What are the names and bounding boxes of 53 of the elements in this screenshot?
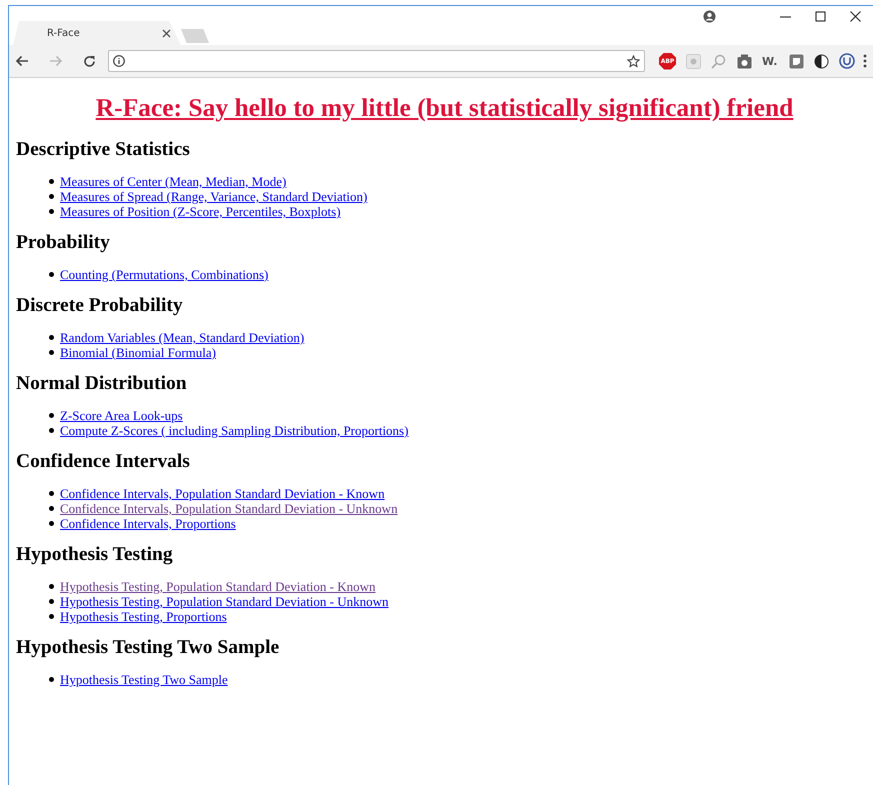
topic-link[interactable]: Confidence Intervals, Population Standard Deviation - Unknown <box>60 501 398 516</box>
section-heading: Normal Distribution <box>16 372 187 396</box>
close-icon[interactable] <box>850 11 861 22</box>
bullet-icon <box>49 413 54 418</box>
menu-icon[interactable] <box>863 54 867 68</box>
camera-icon[interactable] <box>737 54 752 68</box>
bullet-icon <box>49 428 54 433</box>
star-icon[interactable] <box>627 54 640 68</box>
square-icon[interactable] <box>789 54 804 68</box>
topic-link[interactable]: Random Variables (Mean, Standard Deviation) <box>60 330 304 345</box>
topic-link[interactable]: Compute Z-Scores ( including Sampling Distribution, Proportions) <box>60 423 408 438</box>
topic-link[interactable]: Measures of Spread (Range, Variance, Standard Deviation) <box>60 189 368 204</box>
bullet-icon <box>49 335 54 340</box>
topic-link[interactable]: Hypothesis Testing, Proportions <box>60 609 227 624</box>
page-title: R-Face: Say hello to my little (but statistically significant) friend <box>96 92 794 124</box>
info-icon <box>113 55 125 67</box>
topic-link[interactable]: Z-Score Area Look-ups <box>60 408 183 423</box>
reload-icon[interactable] <box>83 54 96 68</box>
bullet-icon <box>49 614 54 619</box>
contrast-icon[interactable] <box>814 54 829 68</box>
section-heading: Discrete Probability <box>16 294 183 318</box>
bullet-icon <box>49 677 54 682</box>
close-icon[interactable] <box>162 28 171 38</box>
bullet-icon <box>49 491 54 496</box>
topic-link[interactable]: Confidence Intervals, Proportions <box>60 516 236 531</box>
bullet-icon <box>49 209 54 214</box>
section-heading: Hypothesis Testing <box>16 543 173 567</box>
account-icon[interactable] <box>703 10 716 23</box>
bullet-icon <box>49 584 54 589</box>
bullet-icon <box>49 179 54 184</box>
topic-link[interactable]: Measures of Position (Z-Score, Percentiles, Boxplots) <box>60 204 341 219</box>
shield-icon[interactable] <box>839 53 855 69</box>
topic-link[interactable]: Hypothesis Testing Two Sample <box>60 672 228 687</box>
topic-link[interactable]: Hypothesis Testing, Population Standard Deviation - Known <box>60 579 376 594</box>
topic-link[interactable]: Hypothesis Testing, Population Standard Deviation - Unknown <box>60 594 389 609</box>
section-heading: Confidence Intervals <box>16 450 190 474</box>
bullet-icon <box>49 272 54 277</box>
topic-link[interactable]: Binomial (Binomial Formula) <box>60 345 216 360</box>
back-icon[interactable] <box>15 55 29 67</box>
section-heading: Probability <box>16 231 110 255</box>
bullet-icon <box>49 599 54 604</box>
topic-link[interactable]: Confidence Intervals, Population Standard Deviation - Known <box>60 486 385 501</box>
bullet-icon <box>49 521 54 526</box>
topic-link[interactable]: Counting (Permutations, Combinations) <box>60 267 268 282</box>
bullet-icon <box>49 194 54 199</box>
section-heading: Descriptive Statistics <box>16 138 190 162</box>
bullet-icon <box>49 350 54 355</box>
bullet-icon <box>49 506 54 511</box>
extension-icon[interactable]: W. <box>762 54 779 68</box>
section-heading: Hypothesis Testing Two Sample <box>16 636 280 660</box>
browser-tab[interactable]: R-Face <box>13 21 181 45</box>
maximize-icon[interactable] <box>815 11 826 22</box>
topic-link[interactable]: Measures of Center (Mean, Median, Mode) <box>60 174 286 189</box>
